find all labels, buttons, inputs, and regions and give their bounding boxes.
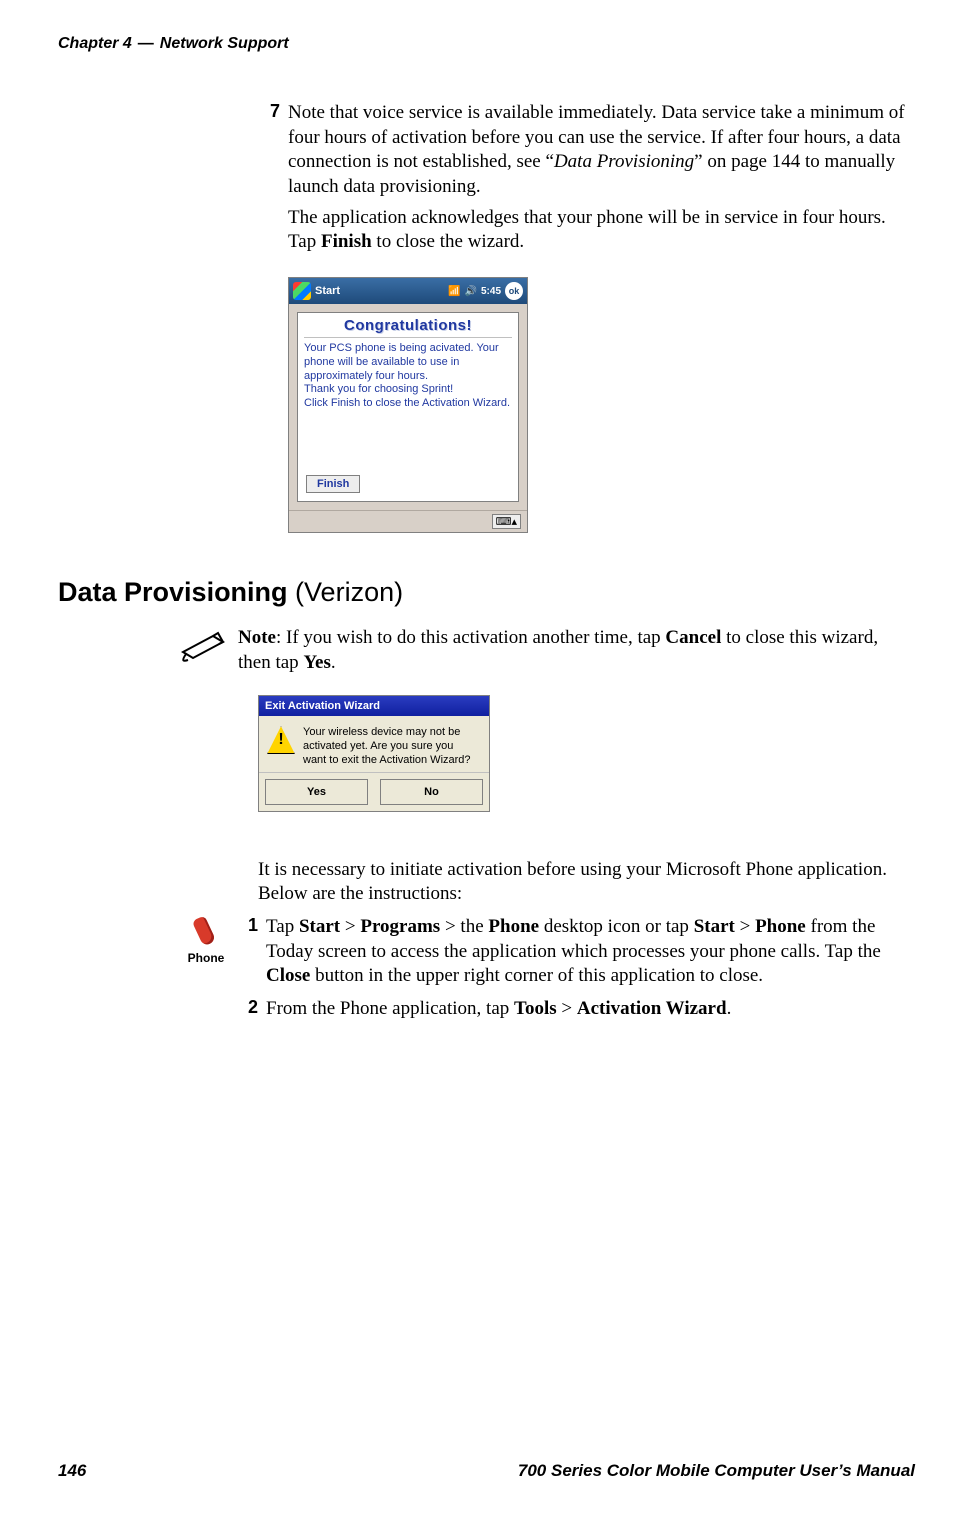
note-block: Note: If you wish to do this activation … xyxy=(58,626,915,675)
intro-paragraph: It is necessary to initiate activation b… xyxy=(258,858,915,907)
titlebar-start: Start xyxy=(315,285,448,297)
s1b1: Start xyxy=(299,916,340,937)
wizard-panel: Congratulations! Your PCS phone is being… xyxy=(297,312,519,502)
dialog-no-button[interactable]: No xyxy=(380,779,483,805)
note-a: : If you wish to do this activation anot… xyxy=(276,627,665,648)
windows-flag-icon xyxy=(293,282,311,300)
phone-desktop-icon: Phone xyxy=(176,915,236,1028)
wizard-body-text: Your PCS phone is being acivated. Your p… xyxy=(304,342,512,411)
step-number: 7 xyxy=(258,101,280,200)
step-1: 1 Tap Start > Programs > the Phone deskt… xyxy=(236,915,915,989)
step-7: 7 Note that voice service is available i… xyxy=(258,101,915,200)
phone-icon-label: Phone xyxy=(176,951,236,965)
device-bottombar: ⌨▴ xyxy=(289,510,527,532)
step-number: 2 xyxy=(236,997,258,1022)
header-title: Network Support xyxy=(160,35,289,53)
s1b2: Programs xyxy=(360,916,440,937)
device-titlebar: Start 📶 🔊 5:45 ok xyxy=(289,278,527,304)
s2b2: Activation Wizard xyxy=(577,998,727,1019)
s1b3: Phone xyxy=(488,916,539,937)
dialog-titlebar: Exit Activation Wizard xyxy=(259,696,489,716)
note-label: Note xyxy=(238,627,276,648)
footer-title: 700 Series Color Mobile Computer User’s … xyxy=(518,1461,915,1481)
step7c-post: to close the wizard. xyxy=(372,231,524,252)
page-footer: 146 700 Series Color Mobile Computer Use… xyxy=(58,1461,915,1481)
step-number: 1 xyxy=(236,915,258,989)
header-dash: — xyxy=(138,35,154,53)
screenshot-exit-dialog: Exit Activation Wizard Your wireless dev… xyxy=(258,695,915,811)
note-text: Note: If you wish to do this activation … xyxy=(238,626,915,675)
s1e: desktop icon or tap xyxy=(539,916,694,937)
note-yes: Yes xyxy=(303,652,330,673)
s2c: > xyxy=(557,998,577,1019)
step-text: From the Phone application, tap Tools > … xyxy=(266,997,731,1022)
running-header: Chapter 4 — Network Support xyxy=(58,35,915,53)
phone-handset-icon xyxy=(193,915,219,949)
signal-icon: 📶 xyxy=(448,286,460,297)
step-text: Note that voice service is available imm… xyxy=(288,101,915,200)
s1b5: Phone xyxy=(755,916,806,937)
wizard-heading: Congratulations! xyxy=(304,317,512,338)
s1a: Tap xyxy=(266,916,299,937)
s1f: > xyxy=(735,916,755,937)
s1c: > xyxy=(340,916,360,937)
step-text: Tap Start > Programs > the Phone desktop… xyxy=(266,915,915,989)
note-icon xyxy=(176,626,230,675)
titlebar-status: 📶 🔊 5:45 ok xyxy=(448,282,523,300)
page-number: 146 xyxy=(58,1461,86,1481)
s1b4: Start xyxy=(694,916,735,937)
section-heading: Data Provisioning (Verizon) xyxy=(58,577,915,608)
warning-icon xyxy=(267,726,295,754)
step7-italic: Data Provisioning xyxy=(554,151,694,172)
s1b6: Close xyxy=(266,965,310,986)
step-7-cont: The application acknowledges that your p… xyxy=(288,206,915,255)
section-heading-light: (Verizon) xyxy=(288,577,404,607)
clock-text: 5:45 xyxy=(481,286,501,297)
finish-button[interactable]: Finish xyxy=(306,475,360,493)
s2d: . xyxy=(727,998,732,1019)
dialog-message: Your wireless device may not be activate… xyxy=(303,726,479,767)
s2a: From the Phone application, tap xyxy=(266,998,514,1019)
s1h: button in the upper right corner of this… xyxy=(310,965,763,986)
step-2: 2 From the Phone application, tap Tools … xyxy=(236,997,915,1022)
phone-step-row: Phone 1 Tap Start > Programs > the Phone… xyxy=(58,915,915,1028)
section-heading-strong: Data Provisioning xyxy=(58,577,288,607)
speaker-icon: 🔊 xyxy=(465,286,477,297)
note-cancel: Cancel xyxy=(665,627,721,648)
screenshot-activation-finish: Start 📶 🔊 5:45 ok Congratulations! Your … xyxy=(288,277,915,533)
keyboard-icon[interactable]: ⌨▴ xyxy=(492,514,521,529)
note-c: . xyxy=(331,652,336,673)
dialog-yes-button[interactable]: Yes xyxy=(265,779,368,805)
step7c-bold: Finish xyxy=(321,231,372,252)
s2b1: Tools xyxy=(514,998,557,1019)
s1d: > the xyxy=(440,916,488,937)
header-chapter: Chapter 4 xyxy=(58,35,132,53)
ok-button[interactable]: ok xyxy=(505,282,523,300)
